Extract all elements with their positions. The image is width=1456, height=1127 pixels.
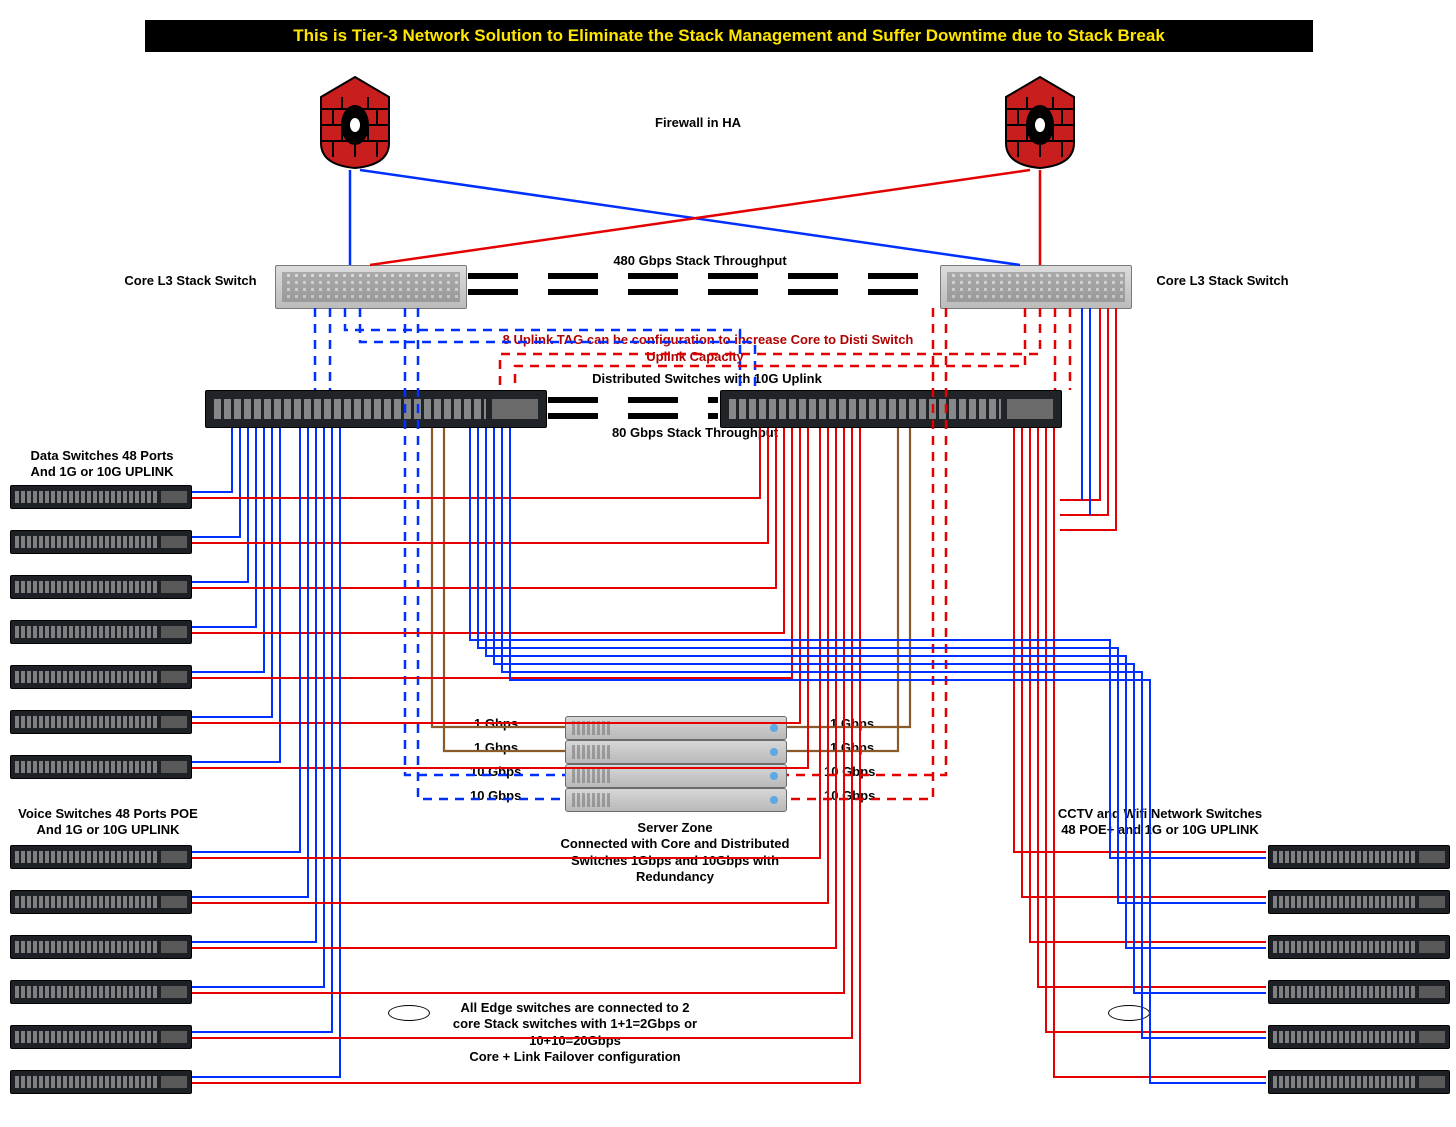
voice-switch: [10, 1025, 192, 1049]
uplink-tag-line1: 8 Uplink TAG can be configuration to inc…: [468, 332, 948, 348]
srv-1g-r1: 1 Gbps: [830, 716, 874, 732]
dist-stack-throughput-label: 80 Gbps Stack Throughput: [580, 425, 810, 441]
firewall-right-icon: [1000, 75, 1080, 170]
server-4: [565, 788, 787, 812]
core-left-label: Core L3 Stack Switch: [108, 273, 273, 289]
cctv-switch: [1268, 1070, 1450, 1094]
data-switches-label: Data Switches 48 Ports And 1G or 10G UPL…: [12, 448, 192, 481]
srv-10g-r2: 10 Gbps: [824, 788, 875, 804]
server-2: [565, 740, 787, 764]
srv-1g-l1: 1 Gbps: [474, 716, 518, 732]
uplink-tag-line2: Uplink Capacity: [610, 349, 780, 365]
voice-switches-label: Voice Switches 48 Ports POE And 1G or 10…: [8, 806, 208, 839]
voice-switch: [10, 980, 192, 1004]
data-switch: [10, 575, 192, 599]
data-switch: [10, 665, 192, 689]
data-switch: [10, 620, 192, 644]
bundle-right-icon: [1108, 1005, 1150, 1021]
data-switch: [10, 530, 192, 554]
core-stack-throughput-label: 480 Gbps Stack Throughput: [575, 253, 825, 269]
firewall-left-icon: [315, 75, 395, 170]
server-1: [565, 716, 787, 740]
dist-switch-left: [205, 390, 547, 428]
data-switch: [10, 710, 192, 734]
cctv-switch: [1268, 1025, 1450, 1049]
server-zone-label: Server Zone Connected with Core and Dist…: [545, 820, 805, 885]
srv-10g-r1: 10 Gbps: [824, 764, 875, 780]
voice-switch: [10, 935, 192, 959]
bundle-left-icon: [388, 1005, 430, 1021]
srv-10g-l2: 10 Gbps: [470, 788, 521, 804]
dist-switch-right: [720, 390, 1062, 428]
cctv-switch: [1268, 845, 1450, 869]
core-switch-left: [275, 265, 467, 309]
cctv-switch: [1268, 935, 1450, 959]
page-title: This is Tier-3 Network Solution to Elimi…: [145, 20, 1313, 52]
link-layer-core-stack: [0, 0, 1456, 1127]
firewall-ha-label: Firewall in HA: [618, 115, 778, 131]
core-switch-right: [940, 265, 1132, 309]
srv-1g-l2: 1 Gbps: [474, 740, 518, 756]
link-layer: [0, 0, 1456, 1127]
voice-switch: [10, 845, 192, 869]
srv-10g-l1: 10 Gbps: [470, 764, 521, 780]
srv-1g-r2: 1 Gbps: [830, 740, 874, 756]
core-right-label: Core L3 Stack Switch: [1140, 273, 1305, 289]
link-layer-dist-stack: [0, 0, 1456, 1127]
voice-switch: [10, 890, 192, 914]
cctv-switches-label: CCTV and Wifi Network Switches 48 POE+ a…: [1040, 806, 1280, 839]
edge-note: All Edge switches are connected to 2 cor…: [430, 1000, 720, 1065]
cctv-switch: [1268, 980, 1450, 1004]
data-switch: [10, 755, 192, 779]
cctv-switch: [1268, 890, 1450, 914]
dist-switch-title: Distributed Switches with 10G Uplink: [582, 371, 832, 387]
data-switch: [10, 485, 192, 509]
voice-switch: [10, 1070, 192, 1094]
server-3: [565, 764, 787, 788]
